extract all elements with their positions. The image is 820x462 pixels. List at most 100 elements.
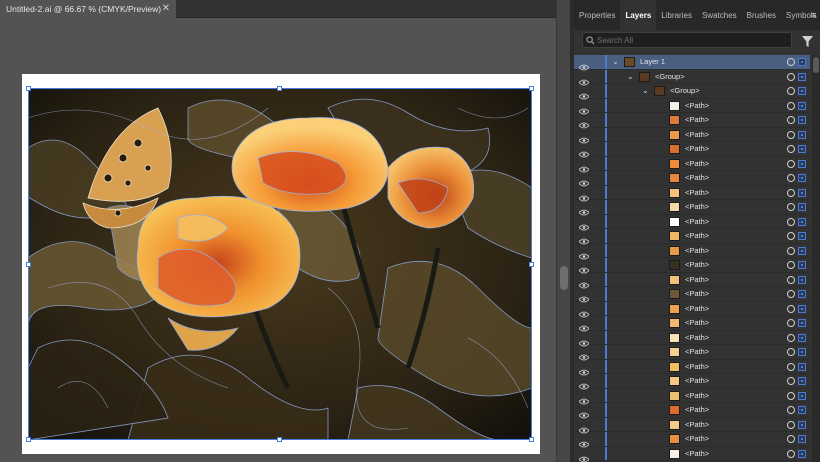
selection-indicator-icon[interactable] [798, 145, 806, 153]
layer-name[interactable]: <Path> [685, 434, 709, 443]
path-row[interactable]: <Path> [574, 185, 810, 201]
path-row[interactable]: <Path> [574, 345, 810, 361]
selection-indicator-icon[interactable] [798, 391, 806, 400]
layer-name[interactable]: <Path> [685, 347, 709, 356]
layer-name[interactable]: <Path> [685, 101, 709, 110]
path-row[interactable]: <Path> [574, 446, 810, 462]
target-circle-icon[interactable] [787, 333, 795, 342]
target-circle-icon[interactable] [787, 304, 795, 313]
layer-name[interactable]: <Group> [670, 86, 700, 95]
target-circle-icon[interactable] [787, 58, 795, 66]
selection-indicator-icon[interactable] [798, 159, 806, 168]
target-circle-icon[interactable] [787, 406, 795, 414]
layers-scrollbar[interactable] [812, 55, 820, 462]
tab-layers[interactable]: Layers [620, 0, 657, 30]
path-row[interactable]: <Path> [574, 432, 810, 448]
layer-name[interactable]: <Path> [685, 275, 709, 284]
target-circle-icon[interactable] [787, 391, 795, 400]
target-circle-icon[interactable] [787, 275, 795, 284]
group-row[interactable]: ⌄ <Group> [574, 84, 810, 100]
target-circle-icon[interactable] [787, 362, 795, 371]
layer-name[interactable]: <Path> [685, 289, 709, 298]
selection-indicator-icon[interactable] [798, 406, 806, 414]
path-row[interactable]: <Path> [574, 98, 810, 114]
layer-name[interactable]: <Path> [685, 188, 709, 197]
path-row[interactable]: <Path> [574, 287, 810, 303]
layer-name[interactable]: <Path> [685, 420, 709, 429]
target-circle-icon[interactable] [787, 72, 795, 81]
transform-handle-bottom-left[interactable] [26, 437, 31, 442]
selection-indicator-icon[interactable] [798, 87, 806, 95]
group-row[interactable]: ⌄ <Group> [574, 69, 810, 85]
path-row[interactable]: <Path> [574, 316, 810, 332]
layer-row[interactable]: ⌄ Layer 1 [574, 55, 810, 71]
target-circle-icon[interactable] [787, 261, 795, 269]
selection-indicator-icon[interactable] [798, 188, 806, 197]
canvas-vertical-scrollbar[interactable] [556, 0, 570, 462]
tab-properties[interactable]: Properties [574, 0, 620, 30]
layer-name[interactable]: <Path> [685, 202, 709, 211]
filter-icon[interactable] [802, 34, 813, 52]
target-circle-icon[interactable] [787, 203, 795, 211]
transform-handle-top-center[interactable] [277, 86, 282, 91]
path-row[interactable]: <Path> [574, 229, 810, 245]
layer-name[interactable]: <Path> [685, 391, 709, 400]
target-circle-icon[interactable] [787, 188, 795, 197]
layer-name[interactable]: <Path> [685, 130, 709, 139]
layer-name[interactable]: <Path> [685, 144, 709, 153]
target-circle-icon[interactable] [787, 420, 795, 429]
panel-menu-icon[interactable]: ≡ [811, 10, 816, 20]
selection-indicator-icon[interactable] [798, 116, 806, 124]
layer-name[interactable]: <Path> [685, 362, 709, 371]
target-circle-icon[interactable] [787, 290, 795, 298]
target-circle-icon[interactable] [787, 130, 795, 139]
target-circle-icon[interactable] [787, 246, 795, 255]
transform-handle-bottom-right[interactable] [529, 437, 534, 442]
selection-indicator-icon[interactable] [798, 101, 806, 110]
layer-name[interactable]: <Path> [685, 217, 709, 226]
selection-indicator-icon[interactable] [798, 174, 806, 182]
target-circle-icon[interactable] [787, 116, 795, 124]
path-row[interactable]: <Path> [574, 127, 810, 143]
path-row[interactable]: <Path> [574, 359, 810, 375]
target-circle-icon[interactable] [787, 159, 795, 168]
selection-indicator-icon[interactable] [798, 130, 806, 139]
layer-name[interactable]: <Path> [685, 246, 709, 255]
transform-handle-top-left[interactable] [26, 86, 31, 91]
path-row[interactable]: <Path> [574, 403, 810, 419]
selection-indicator-icon[interactable] [798, 290, 806, 298]
layer-name[interactable]: Layer 1 [640, 57, 665, 66]
path-row[interactable]: <Path> [574, 156, 810, 172]
selection-indicator-icon[interactable] [798, 261, 806, 269]
path-row[interactable]: <Path> [574, 417, 810, 433]
selection-indicator-icon[interactable] [798, 362, 806, 371]
expand-chevron-icon[interactable]: ⌄ [642, 86, 649, 96]
selection-indicator-icon[interactable] [798, 333, 806, 342]
layer-name[interactable]: <Path> [685, 260, 709, 269]
path-row[interactable]: <Path> [574, 171, 810, 187]
expand-chevron-icon[interactable]: ⌄ [612, 57, 619, 67]
tab-libraries[interactable]: Libraries [656, 0, 697, 30]
selection-indicator-icon[interactable] [798, 246, 806, 255]
selection-indicator-icon[interactable] [798, 58, 806, 66]
selection-indicator-icon[interactable] [798, 217, 806, 226]
path-row[interactable]: <Path> [574, 330, 810, 346]
path-row[interactable]: <Path> [574, 243, 810, 259]
close-icon[interactable]: ✕ [162, 3, 170, 14]
selection-indicator-icon[interactable] [798, 449, 806, 458]
layer-search-input[interactable] [597, 35, 777, 45]
target-circle-icon[interactable] [787, 145, 795, 153]
selection-indicator-icon[interactable] [798, 72, 806, 81]
transform-handle-bottom-center[interactable] [277, 437, 282, 442]
path-row[interactable]: <Path> [574, 214, 810, 230]
layer-name[interactable]: <Path> [685, 173, 709, 182]
path-row[interactable]: <Path> [574, 374, 810, 390]
path-row[interactable]: <Path> [574, 200, 810, 216]
target-circle-icon[interactable] [787, 449, 795, 458]
path-row[interactable]: <Path> [574, 113, 810, 129]
path-row[interactable]: <Path> [574, 301, 810, 317]
path-row[interactable]: <Path> [574, 142, 810, 158]
selection-indicator-icon[interactable] [798, 435, 806, 443]
selection-indicator-icon[interactable] [798, 203, 806, 211]
transform-handle-top-right[interactable] [529, 86, 534, 91]
